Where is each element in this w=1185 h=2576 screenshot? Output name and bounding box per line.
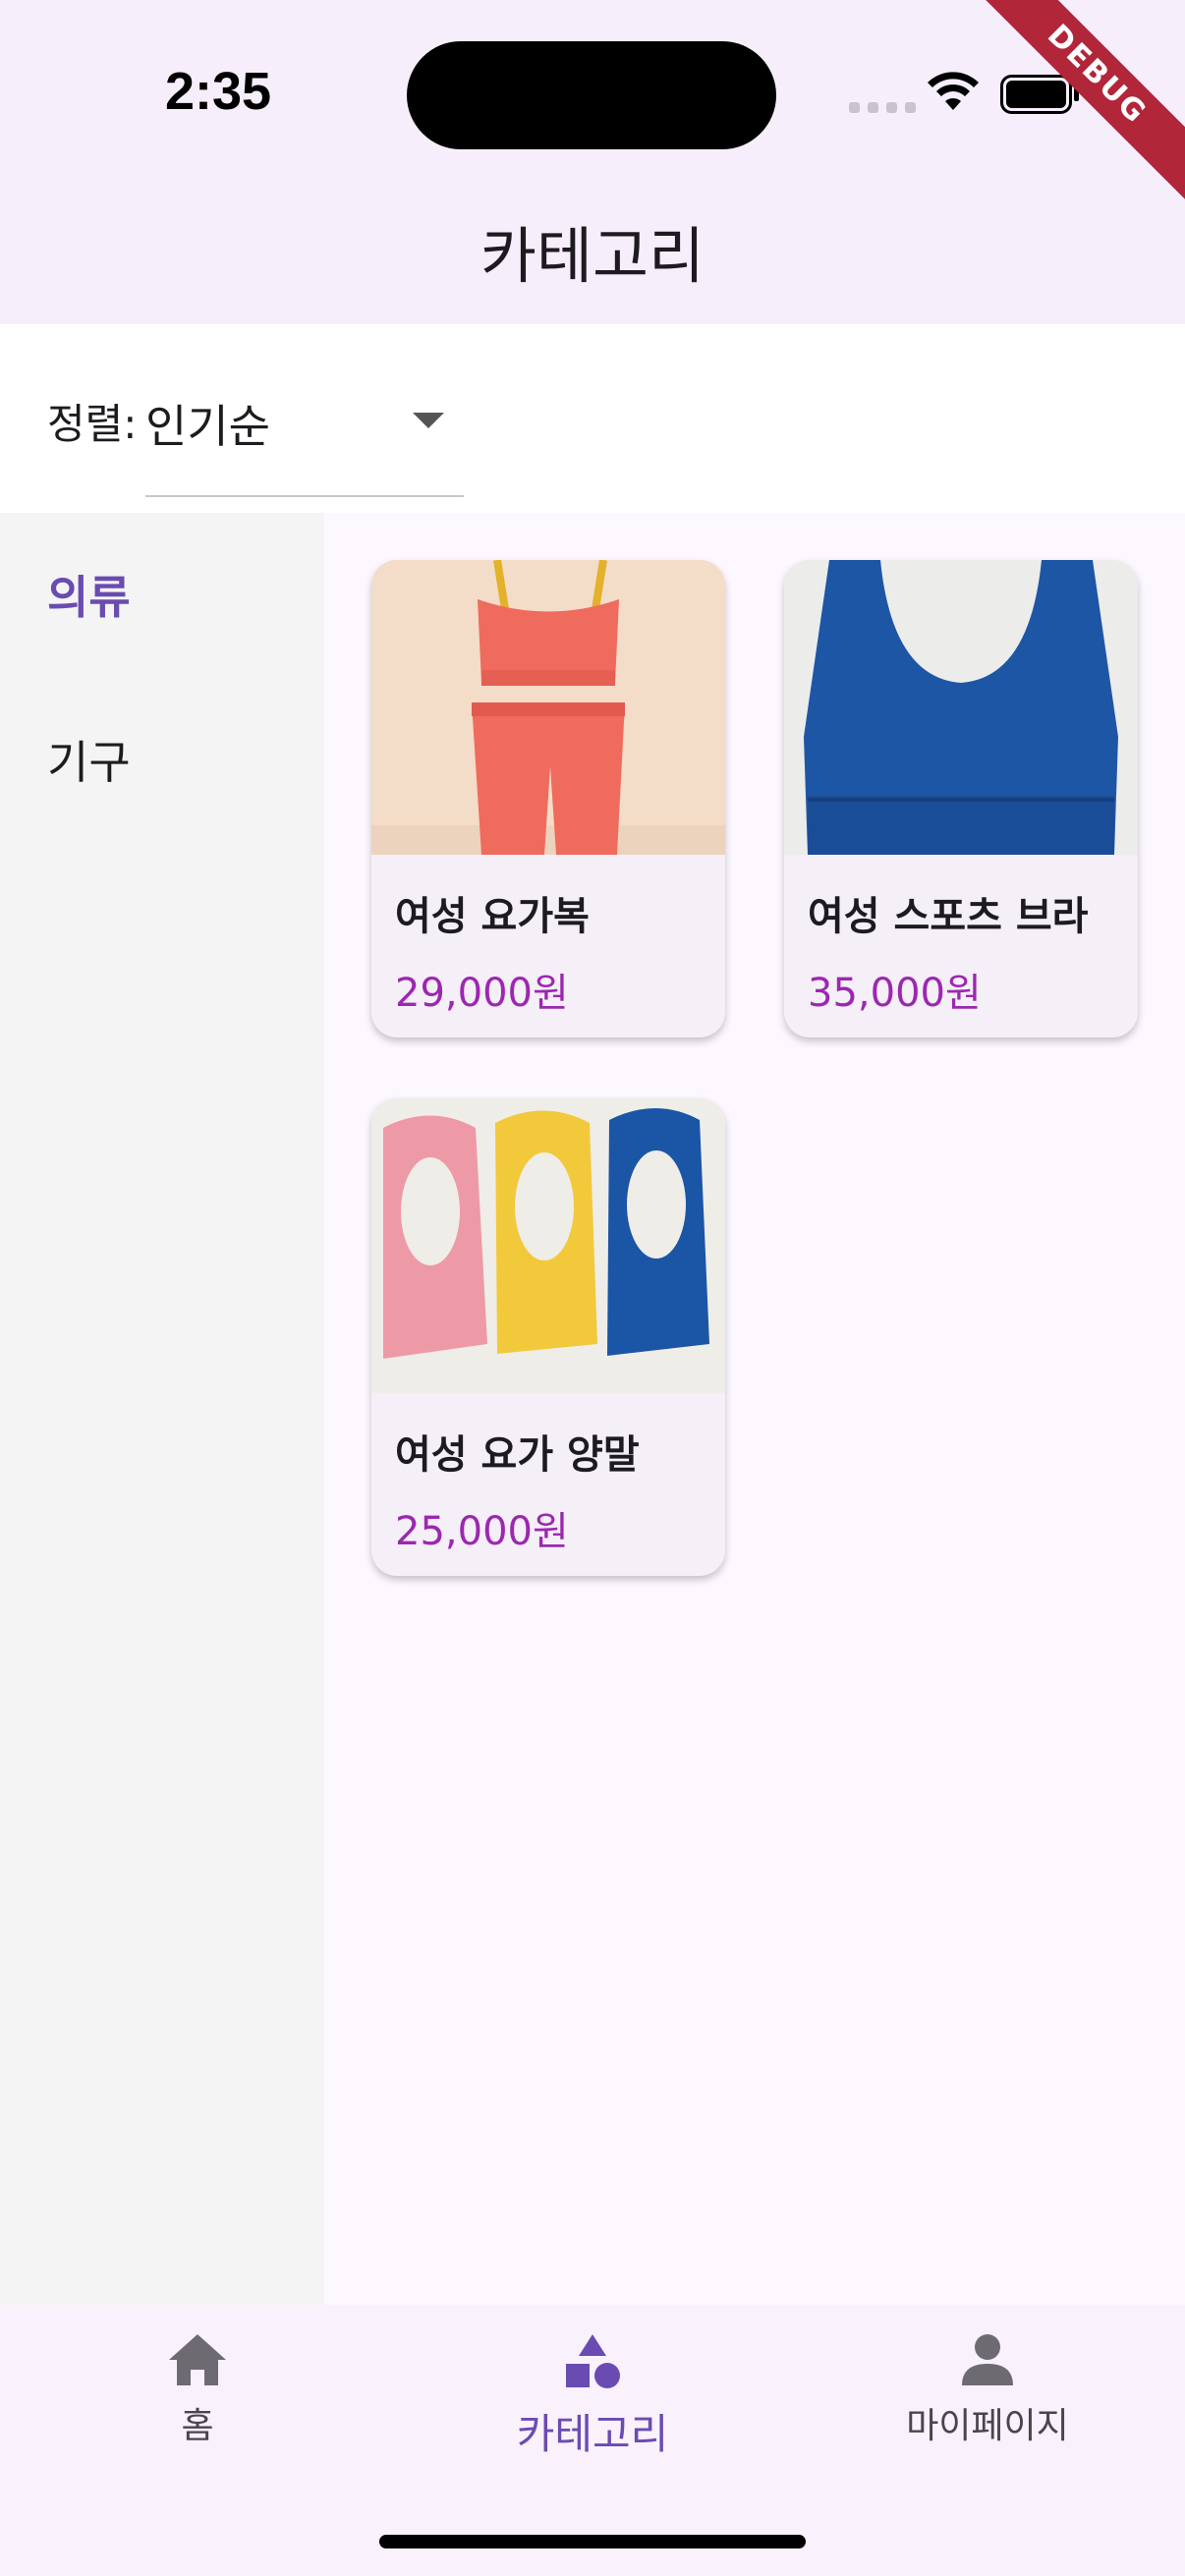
nav-item-category[interactable]: 카테고리: [395, 2332, 790, 2461]
wifi-icon: [928, 72, 979, 110]
sort-row: 정렬: 인기순: [0, 324, 1185, 513]
product-price: 25,000원: [395, 1509, 569, 1554]
sort-label: 정렬:: [47, 400, 138, 448]
category-icon: [566, 2334, 620, 2388]
yoga-socks-image: [371, 1098, 725, 1393]
dropdown-arrow-icon: [413, 413, 444, 428]
sidebar-item-equipment[interactable]: 기구: [47, 727, 131, 792]
home-indicator: [379, 2535, 806, 2548]
nav-item-home[interactable]: 홈: [0, 2332, 395, 2448]
cellular-signal-icon: [849, 102, 916, 113]
category-sidebar: 의류 기구: [0, 513, 324, 2305]
nav-item-mypage[interactable]: 마이페이지: [790, 2332, 1185, 2448]
product-name: 여성 요가 양말: [395, 1432, 640, 1478]
product-card[interactable]: 여성 요가 양말 25,000원: [371, 1098, 725, 1576]
sort-selected-value: 인기순: [145, 400, 270, 453]
sports-bra-image: [784, 560, 1138, 855]
person-icon: [962, 2334, 1013, 2385]
product-card[interactable]: 여성 요가복 29,000원: [371, 560, 725, 1037]
product-price: 29,000원: [395, 971, 569, 1016]
yoga-wear-image: [371, 560, 725, 855]
sort-dropdown[interactable]: 인기순: [145, 377, 464, 497]
product-price: 35,000원: [808, 971, 982, 1016]
top-app-bar: 2:35 DEBUG 카테고리: [0, 0, 1185, 324]
nav-label-mypage: 마이페이지: [906, 2406, 1069, 2446]
page-title: 카테고리: [480, 220, 705, 292]
status-time: 2:35: [165, 62, 272, 121]
nav-label-home: 홈: [181, 2406, 214, 2446]
sidebar-item-clothing[interactable]: 의류: [47, 562, 131, 627]
product-name: 여성 요가복: [395, 894, 590, 939]
product-card[interactable]: 여성 스포츠 브라 35,000원: [784, 560, 1138, 1037]
product-name: 여성 스포츠 브라: [808, 894, 1089, 939]
nav-label-category: 카테고리: [516, 2410, 669, 2458]
home-icon: [169, 2334, 226, 2385]
dynamic-island: [407, 41, 776, 149]
